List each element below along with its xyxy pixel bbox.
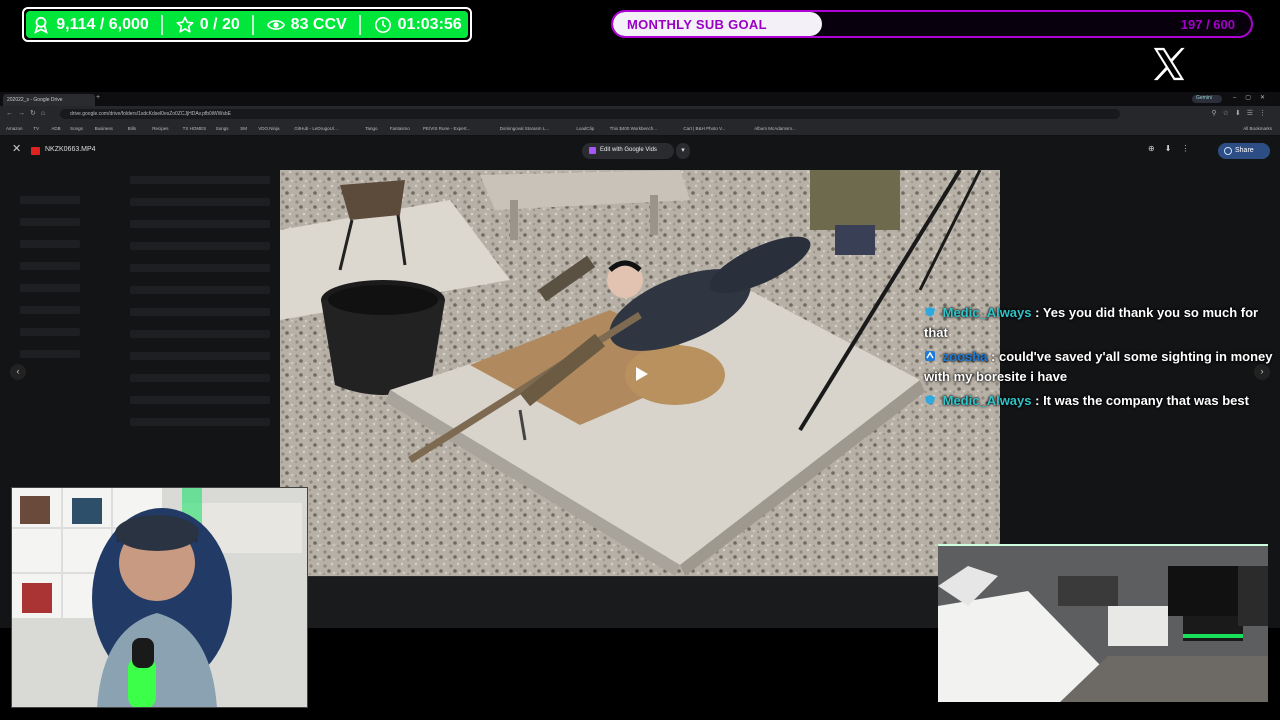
- bookmark-item[interactable]: TV: [33, 126, 39, 131]
- chat-username[interactable]: Medic_Always: [943, 305, 1032, 320]
- all-bookmarks-link[interactable]: All Bookmarks: [1243, 126, 1272, 131]
- bookmark-item[interactable]: GitHub - LeDrugoU/...: [294, 126, 338, 131]
- chat-username[interactable]: Medic_Always: [943, 393, 1032, 408]
- bookmark-item[interactable]: VDO.Ninja: [258, 126, 279, 131]
- bookmark-item[interactable]: Domingoval Storasm L...: [500, 126, 549, 131]
- x-logo-icon: [1153, 47, 1185, 81]
- extension-icons[interactable]: ⚲☆⬇☰⋮: [1211, 109, 1272, 117]
- bookmark-item[interactable]: Songs: [216, 126, 229, 131]
- stat-uptime: 01:03:56: [374, 16, 462, 34]
- stream-stats-inner: 9,114 / 6,000 0 / 20 83 CCV 01:03:56: [26, 11, 468, 38]
- bookmark-item[interactable]: Amazon: [6, 126, 23, 131]
- bookmark-item[interactable]: Cart | B&H Photo V...: [683, 126, 725, 131]
- chat-message: Medic_Always : Yes you did thank you so …: [924, 303, 1280, 343]
- clock-icon: [374, 16, 391, 33]
- bookmark-item[interactable]: Bills: [128, 126, 136, 131]
- window-controls[interactable]: –▢✕: [1233, 94, 1274, 101]
- new-tab-plus-icon[interactable]: +: [96, 94, 100, 101]
- video-controls-bar: [308, 576, 940, 628]
- room-camera-illustration: [938, 546, 1268, 702]
- bookmark-item[interactable]: Tango: [365, 126, 377, 131]
- drive-sidebar-dimmed: [20, 196, 80, 372]
- bookmark-item[interactable]: This $400 Workbench...: [610, 126, 657, 131]
- edit-with-google-vids-button[interactable]: Edit with Google Vids: [582, 143, 674, 159]
- bookmark-item[interactable]: Recipes: [152, 126, 168, 131]
- bookmark-item[interactable]: ADB: [51, 126, 60, 131]
- chat-separator: :: [1031, 305, 1043, 320]
- address-row: ←→↻⌂ drive.google.com/drive/folders/1sdc…: [0, 106, 1280, 122]
- bookmark-item[interactable]: Songs: [70, 126, 83, 131]
- sub-badge-icon: [925, 351, 935, 361]
- chevron-down-icon[interactable]: ▾: [676, 143, 690, 159]
- stat-divider: [359, 14, 362, 35]
- shield-badge-icon: [925, 307, 935, 317]
- webcam-illustration: [12, 488, 307, 707]
- shield-badge-icon: [925, 395, 935, 405]
- drive-file-list-dimmed: [130, 176, 270, 440]
- chat-separator: :: [987, 349, 999, 364]
- chat-overlay: Medic_Always : Yes you did thank you so …: [924, 303, 1280, 415]
- bookmark-item[interactable]: Business: [95, 126, 113, 131]
- share-button[interactable]: Share: [1218, 143, 1270, 159]
- stat-subs: 0 / 20: [176, 16, 240, 34]
- bookmark-item[interactable]: Album McAdamsm...: [754, 126, 796, 131]
- video-file-icon: [31, 147, 40, 155]
- chat-username[interactable]: zoosha: [943, 349, 988, 364]
- eye-icon: [266, 19, 285, 30]
- bookmarks-bar: All Bookmarks Amazon TV ADB Songs Business Bi…: [0, 122, 1280, 136]
- star-icon: [176, 16, 194, 33]
- stat-followers: 9,114 / 6,000: [32, 16, 149, 34]
- viewer-action-icons[interactable]: ⊕⬇⋮: [1148, 144, 1199, 153]
- browser-tab[interactable]: 202022_s - Google Drive: [3, 94, 95, 106]
- chat-separator: :: [1031, 393, 1044, 408]
- room-camera: [938, 544, 1268, 702]
- bookmark-item[interactable]: Fantasmo: [390, 126, 410, 131]
- bookmark-item[interactable]: SM: [240, 126, 247, 131]
- stat-divider: [252, 14, 255, 35]
- streamer-webcam: [11, 487, 308, 708]
- chat-message: Medic_Always : It was the company that w…: [924, 391, 1280, 411]
- monthly-sub-goal-bar: MONTHLY SUB GOAL 197 / 600: [611, 10, 1253, 38]
- chat-text: It was the company that was best: [1043, 393, 1249, 408]
- bookmark-item[interactable]: LoadClip: [576, 126, 594, 131]
- stat-followers-value: 9,114 / 6,000: [56, 15, 149, 33]
- bookmark-item[interactable]: TX HOMES: [183, 126, 207, 131]
- close-icon[interactable]: ✕: [12, 142, 21, 155]
- globe-icon: [1224, 147, 1232, 155]
- previous-file-arrow-icon[interactable]: ‹: [10, 364, 26, 380]
- trophy-ribbon-icon: [34, 16, 49, 34]
- video-still-illustration: [280, 170, 1000, 576]
- share-label: Share: [1235, 147, 1254, 154]
- bookmark-item[interactable]: PE/VIS Rune - Expert...: [423, 126, 470, 131]
- stat-viewers-value: 83 CCV: [290, 15, 347, 33]
- address-bar[interactable]: drive.google.com/drive/folders/1sdcKdsel…: [60, 109, 1120, 119]
- edit-vids-label: Edit with Google Vids: [600, 147, 657, 153]
- stat-divider: [161, 14, 164, 35]
- chat-message: zoosha : could've saved y'all some sight…: [924, 347, 1280, 387]
- sub-goal-title: MONTHLY SUB GOAL: [627, 17, 767, 32]
- stat-uptime-value: 01:03:56: [397, 15, 462, 33]
- file-name: NKZK0663.MP4: [45, 146, 96, 153]
- stat-viewers: 83 CCV: [266, 15, 347, 34]
- video-preview[interactable]: [280, 170, 1000, 576]
- sub-goal-count: 197 / 600: [1180, 17, 1235, 32]
- gemini-button[interactable]: Gemini: [1192, 95, 1222, 103]
- tab-strip: 202022_s - Google Drive + Gemini –▢✕: [0, 92, 1280, 106]
- nav-back-forward-reload-icons[interactable]: ←→↻⌂: [6, 109, 50, 117]
- google-vids-icon: [589, 147, 596, 154]
- stat-subs-value: 0 / 20: [199, 15, 240, 33]
- stream-stats-bar: 9,114 / 6,000 0 / 20 83 CCV 01:03:56: [22, 7, 472, 42]
